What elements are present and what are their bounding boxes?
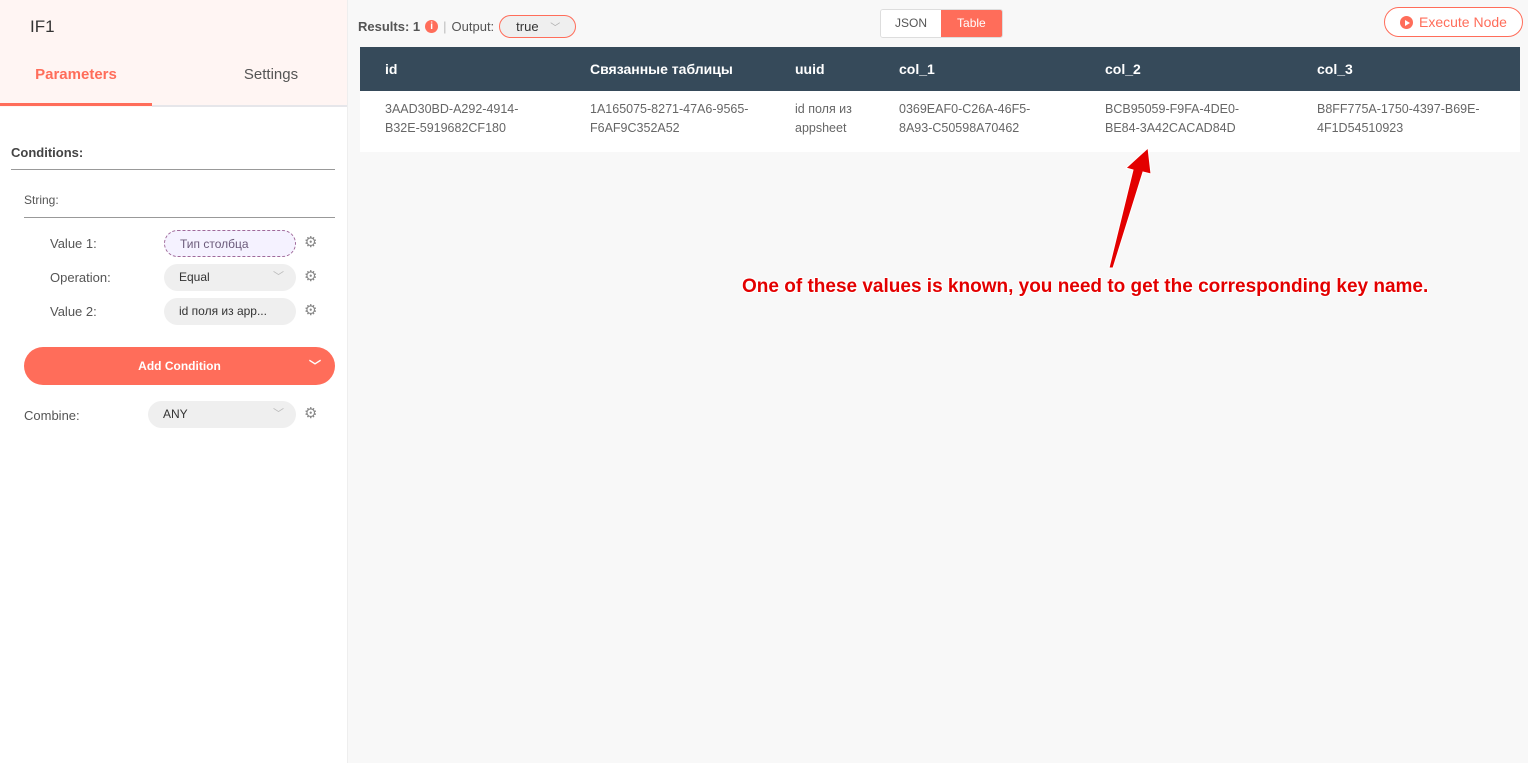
annotation-text: One of these values is known, you need t… <box>742 276 1429 297</box>
annotation-arrow <box>1108 146 1152 269</box>
